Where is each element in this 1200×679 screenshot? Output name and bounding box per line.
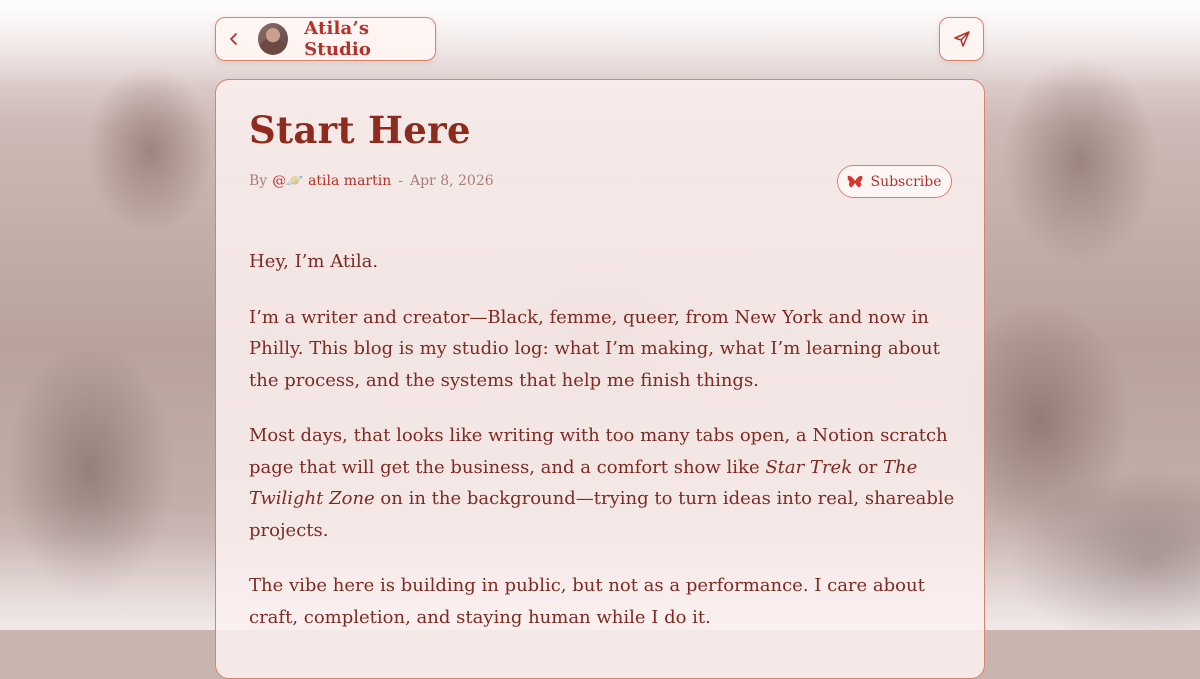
avatar bbox=[257, 23, 289, 55]
post-date: Apr 8, 2026 bbox=[409, 173, 494, 189]
author-link[interactable]: @🪐 atila martin bbox=[272, 173, 391, 189]
post-body: Hey, I’m Atila. I’m a writer and creator… bbox=[249, 246, 955, 657]
paragraph-days: Most days, that looks like writing with … bbox=[249, 420, 955, 546]
studio-nav-pill[interactable]: Atila’s Studio bbox=[215, 17, 436, 61]
by-label: By bbox=[249, 173, 268, 189]
studio-name[interactable]: Atila’s Studio bbox=[304, 18, 435, 60]
paragraph-intro: Hey, I’m Atila. bbox=[249, 251, 379, 272]
subscribe-button[interactable]: Subscribe bbox=[837, 165, 952, 198]
send-icon bbox=[953, 31, 970, 47]
post-card: Start Here By @🪐 atila martin - Apr 8, 2… bbox=[215, 79, 985, 679]
paragraph-days-part2: or bbox=[852, 456, 884, 478]
chevron-left-icon bbox=[230, 33, 237, 45]
post-meta: By @🪐 atila martin - Apr 8, 2026 bbox=[249, 173, 494, 189]
share-button[interactable] bbox=[939, 17, 984, 61]
paragraph-about: I’m a writer and creator—Black, femme, q… bbox=[249, 306, 940, 391]
butterfly-icon bbox=[847, 175, 863, 189]
meta-separator: - bbox=[398, 173, 403, 189]
post-title: Start Here bbox=[249, 108, 471, 152]
show-title-star-trek: Star Trek bbox=[765, 456, 853, 478]
paragraph-vibe: The vibe here is building in public, but… bbox=[249, 575, 925, 628]
back-button[interactable] bbox=[216, 18, 252, 60]
subscribe-label: Subscribe bbox=[870, 173, 942, 190]
